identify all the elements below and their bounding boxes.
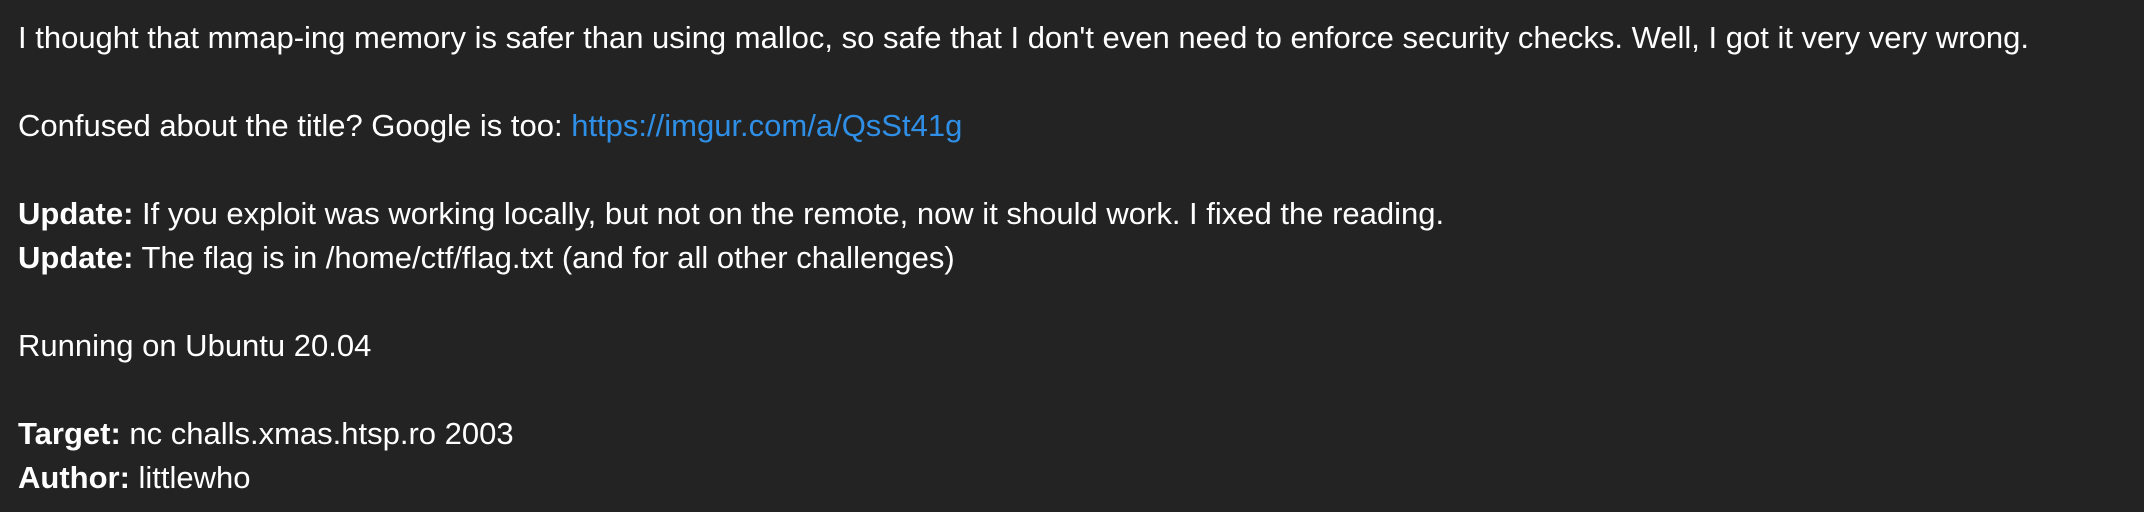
author-line: Author: littlewho <box>18 458 251 498</box>
target-label: Target: <box>18 416 121 451</box>
update-line-2: Update: The flag is in /home/ctf/flag.tx… <box>18 238 955 278</box>
target-line: Target: nc challs.xmas.htsp.ro 2003 <box>18 414 514 454</box>
author-value: littlewho <box>129 460 251 495</box>
update-text-1: If you exploit was working locally, but … <box>133 196 1445 231</box>
title-hint-text: Confused about the title? Google is too: <box>18 108 572 143</box>
challenge-description-panel: I thought that mmap-ing memory is safer … <box>0 0 2144 512</box>
update-text-2: The flag is in /home/ctf/flag.txt (and f… <box>133 240 955 275</box>
author-label: Author: <box>18 460 130 495</box>
update-label-1: Update: <box>18 196 134 231</box>
intro-text: I thought that mmap-ing memory is safer … <box>18 20 2029 55</box>
update-label-2: Update: <box>18 240 134 275</box>
title-hint-paragraph: Confused about the title? Google is too:… <box>18 106 962 146</box>
imgur-link[interactable]: https://imgur.com/a/QsSt41g <box>571 108 962 143</box>
running-on-paragraph: Running on Ubuntu 20.04 <box>18 326 371 366</box>
update-line-1: Update: If you exploit was working local… <box>18 194 1444 234</box>
running-on-text: Running on Ubuntu 20.04 <box>18 328 372 363</box>
target-value: nc challs.xmas.htsp.ro 2003 <box>120 416 514 451</box>
intro-paragraph: I thought that mmap-ing memory is safer … <box>18 18 2029 58</box>
